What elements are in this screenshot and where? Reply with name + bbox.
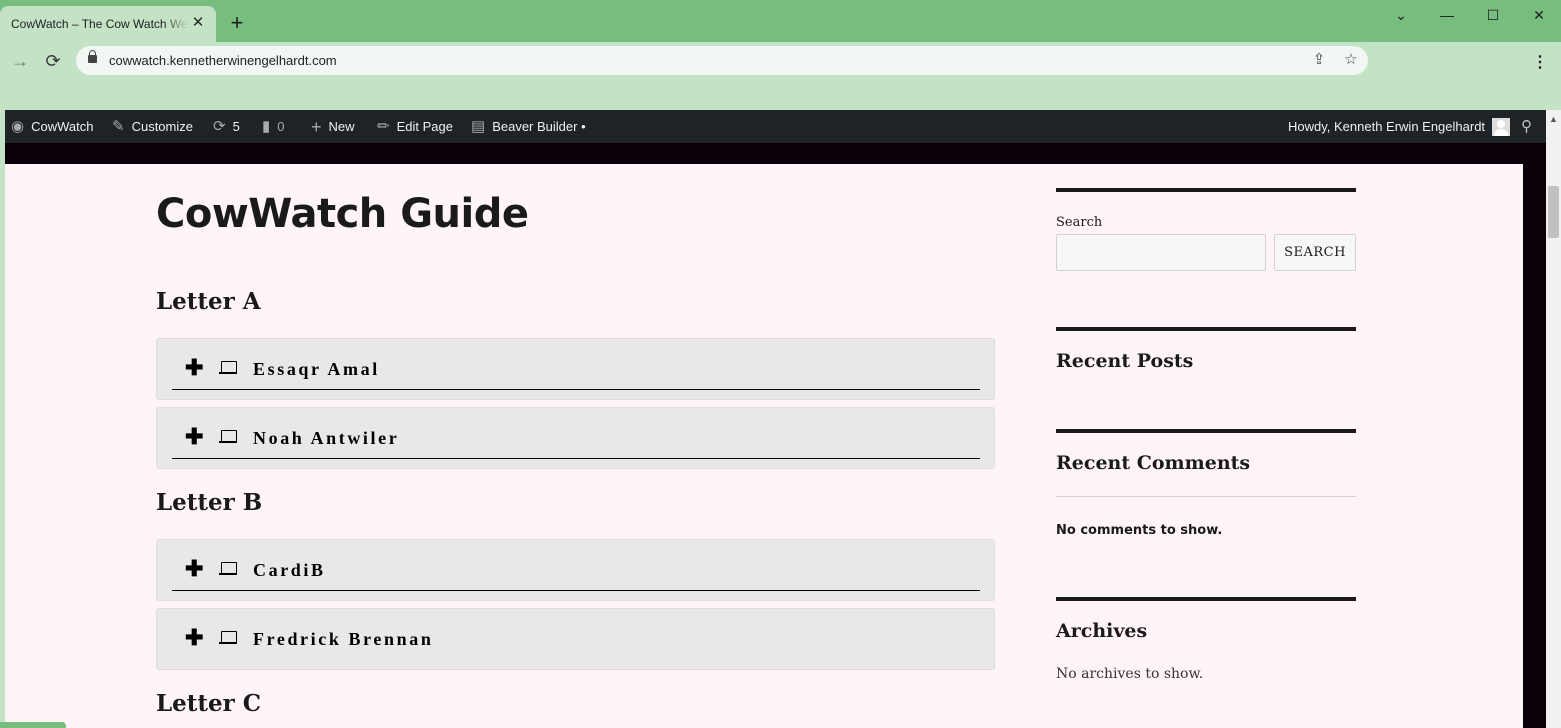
close-window-button[interactable]: ✕: [1529, 5, 1549, 25]
admin-edit-page[interactable]: ✏ Edit Page: [377, 110, 453, 143]
dashboard-icon: ◉: [11, 118, 25, 135]
laptop-icon: [219, 429, 237, 445]
scroll-up-icon[interactable]: ▲: [1549, 114, 1558, 124]
admin-account[interactable]: Howdy, Kenneth Erwin Engelhardt: [1288, 110, 1511, 143]
web-viewport: ◉ CowWatch ✎ Customize ⟳ 5 ▮ 0 + New ✏ E…: [5, 110, 1546, 728]
search-button[interactable]: SEARCH: [1274, 234, 1356, 271]
no-archives-text: No archives to show.: [1056, 666, 1204, 682]
plus-icon: +: [311, 116, 322, 137]
tab-title: CowWatch – The Cow Watch Web: [11, 17, 189, 31]
comment-icon: ▮: [262, 118, 271, 135]
widget-thin-divider: [1056, 496, 1356, 497]
widget-divider: [1056, 188, 1356, 192]
widget-divider: [1056, 597, 1356, 601]
plus-icon: ✚: [185, 625, 204, 650]
status-corner: [0, 722, 66, 728]
brush-icon: ✎: [112, 118, 125, 135]
accordion-divider: [172, 590, 980, 591]
admin-site-name[interactable]: ◉ CowWatch: [11, 110, 93, 143]
plus-icon: ✚: [185, 556, 204, 581]
forward-button[interactable]: →: [9, 50, 31, 72]
section-heading-a: Letter A: [156, 288, 261, 315]
updates-icon: ⟳: [213, 118, 226, 135]
laptop-icon: [219, 630, 237, 646]
accordion-label: Fredrick Brennan: [253, 629, 434, 649]
search-input[interactable]: [1056, 234, 1266, 271]
browser-toolbar: → ⟳ cowwatch.kennetherwinengelhardt.com …: [0, 42, 1561, 110]
accordion-divider: [172, 458, 980, 459]
recent-posts-heading: Recent Posts: [1056, 350, 1194, 372]
admin-new[interactable]: + New: [311, 110, 355, 143]
accordion-item[interactable]: ✚ Fredrick Brennan: [156, 608, 995, 670]
accordion-divider: [172, 389, 980, 390]
address-bar[interactable]: cowwatch.kennetherwinengelhardt.com ⇪ ☆: [76, 46, 1368, 75]
archives-heading: Archives: [1056, 620, 1148, 642]
admin-customize[interactable]: ✎ Customize: [112, 110, 193, 143]
admin-updates[interactable]: ⟳ 5: [213, 110, 240, 143]
recent-comments-heading: Recent Comments: [1056, 452, 1251, 474]
search-label: Search: [1056, 215, 1103, 230]
layout-icon: ▤: [471, 118, 486, 135]
browser-tab-bar: CowWatch – The Cow Watch Web ✕ + ⌄ — ☐ ✕: [0, 0, 1561, 42]
section-heading-c: Letter C: [156, 690, 262, 717]
admin-beaver-builder[interactable]: ▤ Beaver Builder •: [471, 110, 586, 143]
avatar: [1492, 117, 1511, 136]
accordion-label: Noah Antwiler: [253, 428, 400, 448]
page-title: CowWatch Guide: [156, 191, 529, 237]
wp-admin-bar: ◉ CowWatch ✎ Customize ⟳ 5 ▮ 0 + New ✏ E…: [5, 110, 1546, 143]
accordion-item[interactable]: ✚ Noah Antwiler: [156, 407, 995, 469]
laptop-icon: [219, 561, 237, 577]
search-icon: ⚲: [1521, 118, 1532, 135]
page-scrollbar[interactable]: ▲: [1546, 110, 1561, 728]
new-tab-button[interactable]: +: [228, 12, 246, 34]
scrollbar-thumb[interactable]: [1548, 186, 1559, 238]
no-comments-text: No comments to show.: [1056, 523, 1223, 538]
browser-menu-icon[interactable]: ⋮: [1530, 53, 1550, 73]
section-heading-b: Letter B: [156, 489, 263, 516]
accordion-label: Essaqr Amal: [253, 359, 380, 379]
pencil-icon: ✏: [377, 118, 390, 135]
url-text[interactable]: cowwatch.kennetherwinengelhardt.com: [109, 53, 337, 68]
widget-divider: [1056, 327, 1356, 331]
plus-icon: ✚: [185, 355, 204, 380]
close-icon[interactable]: ✕: [190, 15, 206, 31]
accordion-item[interactable]: ✚ Essaqr Amal: [156, 338, 995, 400]
widget-divider: [1056, 429, 1356, 433]
plus-icon: ✚: [185, 424, 204, 449]
page-content: CowWatch Guide Letter A ✚ Essaqr Amal ✚ …: [5, 164, 1523, 728]
browser-tab[interactable]: CowWatch – The Cow Watch Web ✕: [0, 6, 216, 42]
lock-icon[interactable]: [88, 50, 97, 63]
accordion-label: CardiB: [253, 560, 326, 580]
share-icon[interactable]: ⇪: [1309, 50, 1329, 70]
reload-button[interactable]: ⟳: [42, 50, 64, 72]
laptop-icon: [219, 360, 237, 376]
minimize-button[interactable]: —: [1437, 5, 1457, 25]
admin-search[interactable]: ⚲: [1521, 110, 1532, 143]
admin-comments[interactable]: ▮ 0: [262, 110, 285, 143]
accordion-item[interactable]: ✚ CardiB: [156, 539, 995, 601]
maximize-button[interactable]: ☐: [1483, 5, 1503, 25]
tab-search-icon[interactable]: ⌄: [1391, 5, 1411, 25]
bookmark-star-icon[interactable]: ☆: [1341, 50, 1361, 70]
